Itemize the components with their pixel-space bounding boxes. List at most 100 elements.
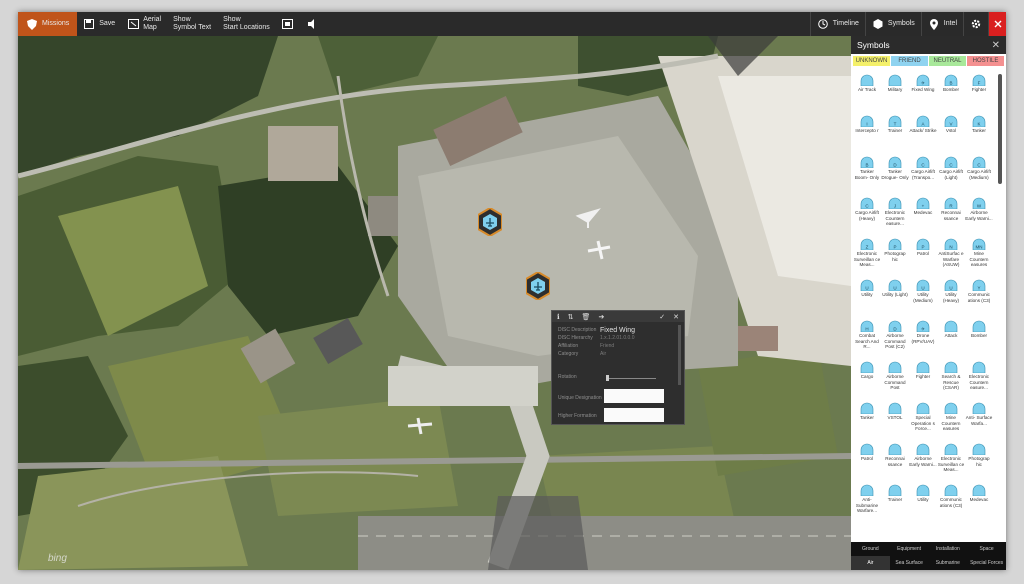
close-icon[interactable]: ✕ xyxy=(992,40,1000,51)
save-button[interactable]: Save xyxy=(77,12,121,36)
symbol-item[interactable]: H Combat Search And R... xyxy=(853,320,881,361)
symbol-item[interactable]: J Electronic Countern easure... xyxy=(881,197,909,238)
intel-button[interactable]: Intel xyxy=(920,12,963,36)
symbol-item[interactable]: Fighter xyxy=(909,361,937,402)
symbol-item[interactable]: Photograp hic xyxy=(965,443,993,484)
symbol-item[interactable]: P Photograp hic xyxy=(881,238,909,279)
symbol-item[interactable]: C Cargo Airlift (Transpo... xyxy=(909,156,937,197)
affiliation-tab-hostile[interactable]: HOSTILE xyxy=(967,56,1004,66)
category-tab-sea-surface[interactable]: Sea Surface xyxy=(890,556,929,570)
show-symbol-text-button[interactable]: Show Symbol Text xyxy=(167,12,217,36)
fixed-wing-marker[interactable] xyxy=(478,208,502,236)
fixed-wing-marker[interactable] xyxy=(526,272,550,300)
symbol-item[interactable]: Mine Countern easures xyxy=(937,402,965,443)
missions-button[interactable]: Missions xyxy=(18,12,78,36)
timeline-button[interactable]: Timeline xyxy=(809,12,865,36)
symbol-label: Mine Countern easures xyxy=(941,415,961,432)
category-tab-ground[interactable]: Ground xyxy=(851,542,890,556)
symbol-item[interactable]: Trainer xyxy=(881,484,909,525)
symbol-item[interactable]: A Attack/ Strike xyxy=(909,115,937,156)
aerial-map-view[interactable]: ℹ ⇅ 🗑 ➔ ✓ ✕ DISC Description Fixed Wing … xyxy=(18,36,851,570)
symbol-item[interactable]: N AntiSurfac e Warfare (ASUW) xyxy=(937,238,965,279)
symbol-item[interactable]: Electronic Surveillan ce Meas... xyxy=(937,443,965,484)
symbol-label: Attack xyxy=(944,333,958,338)
symbol-item[interactable]: C Cargo Airlift (Heavy) xyxy=(853,197,881,238)
symbol-item[interactable]: I Intercepto r xyxy=(853,115,881,156)
symbol-item[interactable]: B Tanker Boom- Only xyxy=(853,156,881,197)
aerial-map-button[interactable]: Aerial Map xyxy=(121,12,167,36)
symbol-item[interactable]: K Tanker xyxy=(965,115,993,156)
unique-designation-input[interactable] xyxy=(604,389,664,403)
symbol-item[interactable]: U Utility (Medium) xyxy=(909,279,937,320)
show-start-locations-button[interactable]: Show Start Locations xyxy=(217,12,276,36)
symbol-label: Air Track xyxy=(857,87,877,92)
higher-formation-input[interactable] xyxy=(604,408,664,422)
symbol-item[interactable]: Patrol xyxy=(853,443,881,484)
symbol-item[interactable]: MN Mine Countern easures xyxy=(965,238,993,279)
symbol-item[interactable]: U Utility (Heavy) xyxy=(937,279,965,320)
symbol-item[interactable]: D Tanker Drogue- Only xyxy=(881,156,909,197)
symbol-item[interactable]: R Reconnai ssance xyxy=(937,197,965,238)
category-tab-submarine[interactable]: Submarine xyxy=(929,556,968,570)
sound-button[interactable] xyxy=(300,12,324,36)
symbol-item[interactable]: Airborne Early Warni... xyxy=(909,443,937,484)
symbols-button[interactable]: Symbols xyxy=(864,12,921,36)
symbol-item[interactable]: P Patrol xyxy=(909,238,937,279)
close-button[interactable] xyxy=(988,12,1006,36)
symbol-item[interactable]: C Cargo Airlift (Medium) xyxy=(965,156,993,197)
symbol-item[interactable]: ✈ Fixed Wing xyxy=(909,74,937,115)
category-tab-installation[interactable]: Installation xyxy=(929,542,968,556)
symbol-item[interactable]: Special Operation s Force... xyxy=(909,402,937,443)
hierarchy-icon[interactable]: ⇅ xyxy=(568,313,574,321)
symbol-item[interactable]: Military xyxy=(881,74,909,115)
symbol-item[interactable]: Air Track xyxy=(853,74,881,115)
move-icon[interactable]: ➔ xyxy=(598,313,604,321)
symbol-item[interactable]: Attack xyxy=(937,320,965,361)
rotation-slider-track[interactable] xyxy=(606,378,656,379)
symbol-item[interactable]: Airborne Command Post xyxy=(881,361,909,402)
symbol-item[interactable]: Electronic Countern easure... xyxy=(965,361,993,402)
delete-icon[interactable]: 🗑 xyxy=(582,313,591,321)
symbol-item[interactable]: U Utility (Light) xyxy=(881,279,909,320)
symbol-item[interactable]: VSTOL xyxy=(881,402,909,443)
symbol-item[interactable]: Cargo xyxy=(853,361,881,402)
symbol-item[interactable]: Search & Rescue (CSAR) xyxy=(937,361,965,402)
symbol-item[interactable]: Bomber xyxy=(965,320,993,361)
confirm-icon[interactable]: ✓ xyxy=(659,313,665,321)
affiliation-tab-neutral[interactable]: NEUTRAL xyxy=(929,56,966,66)
symbol-item[interactable]: Anti- Submarine Warfare... xyxy=(853,484,881,525)
symbol-item[interactable]: Y Communic ations (C3) xyxy=(965,279,993,320)
symbol-item[interactable]: Z Electronic Surveillan ce Meas... xyxy=(853,238,881,279)
svg-text:+: + xyxy=(922,204,925,209)
symbol-item[interactable]: V Vstol xyxy=(937,115,965,156)
affiliation-tab-friend[interactable]: FRIEND xyxy=(891,56,928,66)
symbol-item[interactable]: F Fighter xyxy=(965,74,993,115)
symbol-item[interactable]: Medevac xyxy=(965,484,993,525)
symbol-item[interactable]: C Cargo Airlift (Light) xyxy=(937,156,965,197)
rotation-slider-handle[interactable] xyxy=(606,375,609,381)
svg-text:U: U xyxy=(893,286,896,291)
popup-scrollbar[interactable] xyxy=(678,325,681,385)
symbol-item[interactable]: Anti- Surface Warfa... xyxy=(965,402,993,443)
symbol-item[interactable]: U Utility xyxy=(853,279,881,320)
panel-scrollbar[interactable] xyxy=(998,74,1002,184)
symbol-item[interactable]: ✈ Drone (RPV/UAV) xyxy=(909,320,937,361)
category-tab-space[interactable]: Space xyxy=(967,542,1006,556)
symbol-item[interactable]: D Airborne Command Post (C2) xyxy=(881,320,909,361)
close-icon[interactable]: ✕ xyxy=(673,313,679,321)
category-tab-equipment[interactable]: Equipment xyxy=(890,542,929,556)
category-tab-air[interactable]: Air xyxy=(851,556,890,570)
symbol-item[interactable]: + Medevac xyxy=(909,197,937,238)
affiliation-tab-unknown[interactable]: UNKNOWN xyxy=(853,56,890,66)
symbol-item[interactable]: T Trainer xyxy=(881,115,909,156)
symbol-item[interactable]: Tanker xyxy=(853,402,881,443)
symbol-item[interactable]: W Airborne Early Warni... xyxy=(965,197,993,238)
symbol-item[interactable]: Utility xyxy=(909,484,937,525)
symbol-item[interactable]: B Bomber xyxy=(937,74,965,115)
symbol-item[interactable]: Communic ations (C3) xyxy=(937,484,965,525)
settings-button[interactable] xyxy=(963,12,988,36)
symbol-item[interactable]: Reconnai ssance xyxy=(881,443,909,484)
screenshot-button[interactable] xyxy=(276,12,300,36)
info-icon[interactable]: ℹ xyxy=(557,313,560,321)
category-tab-special-forces[interactable]: Special Forces xyxy=(967,556,1006,570)
